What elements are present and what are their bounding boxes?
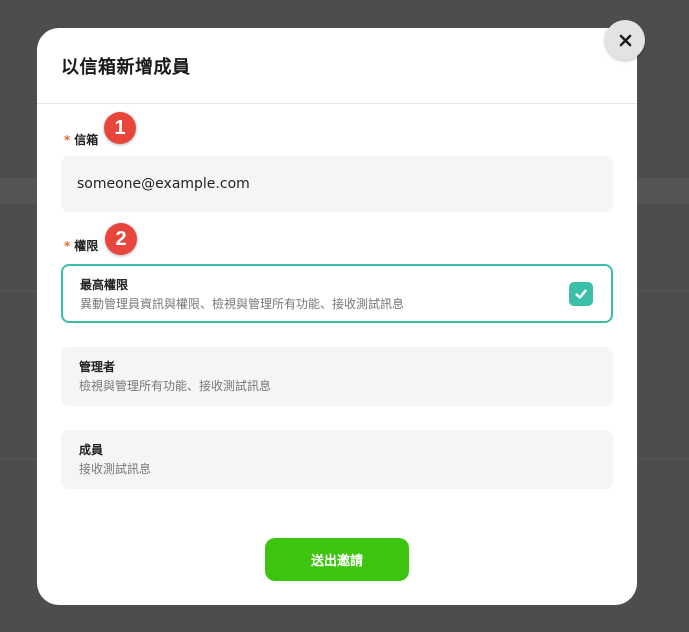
role-description: 接收測試訊息 xyxy=(79,462,152,476)
email-label: * 信箱 xyxy=(64,131,98,148)
send-invitation-button[interactable]: 送出邀請 xyxy=(265,538,409,581)
step-badge-1: 1 xyxy=(104,112,136,144)
permission-label: * 權限 xyxy=(64,237,98,254)
role-title: 成員 xyxy=(79,443,104,457)
required-mark: * xyxy=(64,239,71,253)
role-title: 最高權限 xyxy=(80,278,129,292)
role-description: 檢視與管理所有功能、接收測試訊息 xyxy=(79,379,272,393)
dialog-header: 以信箱新增成員 xyxy=(37,28,637,104)
email-field[interactable] xyxy=(61,156,613,212)
email-label-text: 信箱 xyxy=(74,133,99,147)
role-title: 管理者 xyxy=(79,360,116,374)
dialog-title: 以信箱新增成員 xyxy=(61,56,191,78)
step-badge-2: 2 xyxy=(105,223,137,255)
checkmark-icon xyxy=(575,289,587,299)
role-option-manager[interactable]: 管理者 檢視與管理所有功能、接收測試訊息 xyxy=(61,347,613,406)
role-checkbox[interactable] xyxy=(569,282,593,306)
role-description: 異動管理員資訊與權限、檢視與管理所有功能、接收測試訊息 xyxy=(80,297,405,311)
role-option-member[interactable]: 成員 接收測試訊息 xyxy=(61,430,613,489)
role-option-admin-full[interactable]: 最高權限 異動管理員資訊與權限、檢視與管理所有功能、接收測試訊息 xyxy=(61,264,613,323)
permission-label-text: 權限 xyxy=(74,239,99,253)
required-mark: * xyxy=(64,133,71,147)
close-button[interactable] xyxy=(605,20,645,60)
close-icon xyxy=(619,34,631,46)
